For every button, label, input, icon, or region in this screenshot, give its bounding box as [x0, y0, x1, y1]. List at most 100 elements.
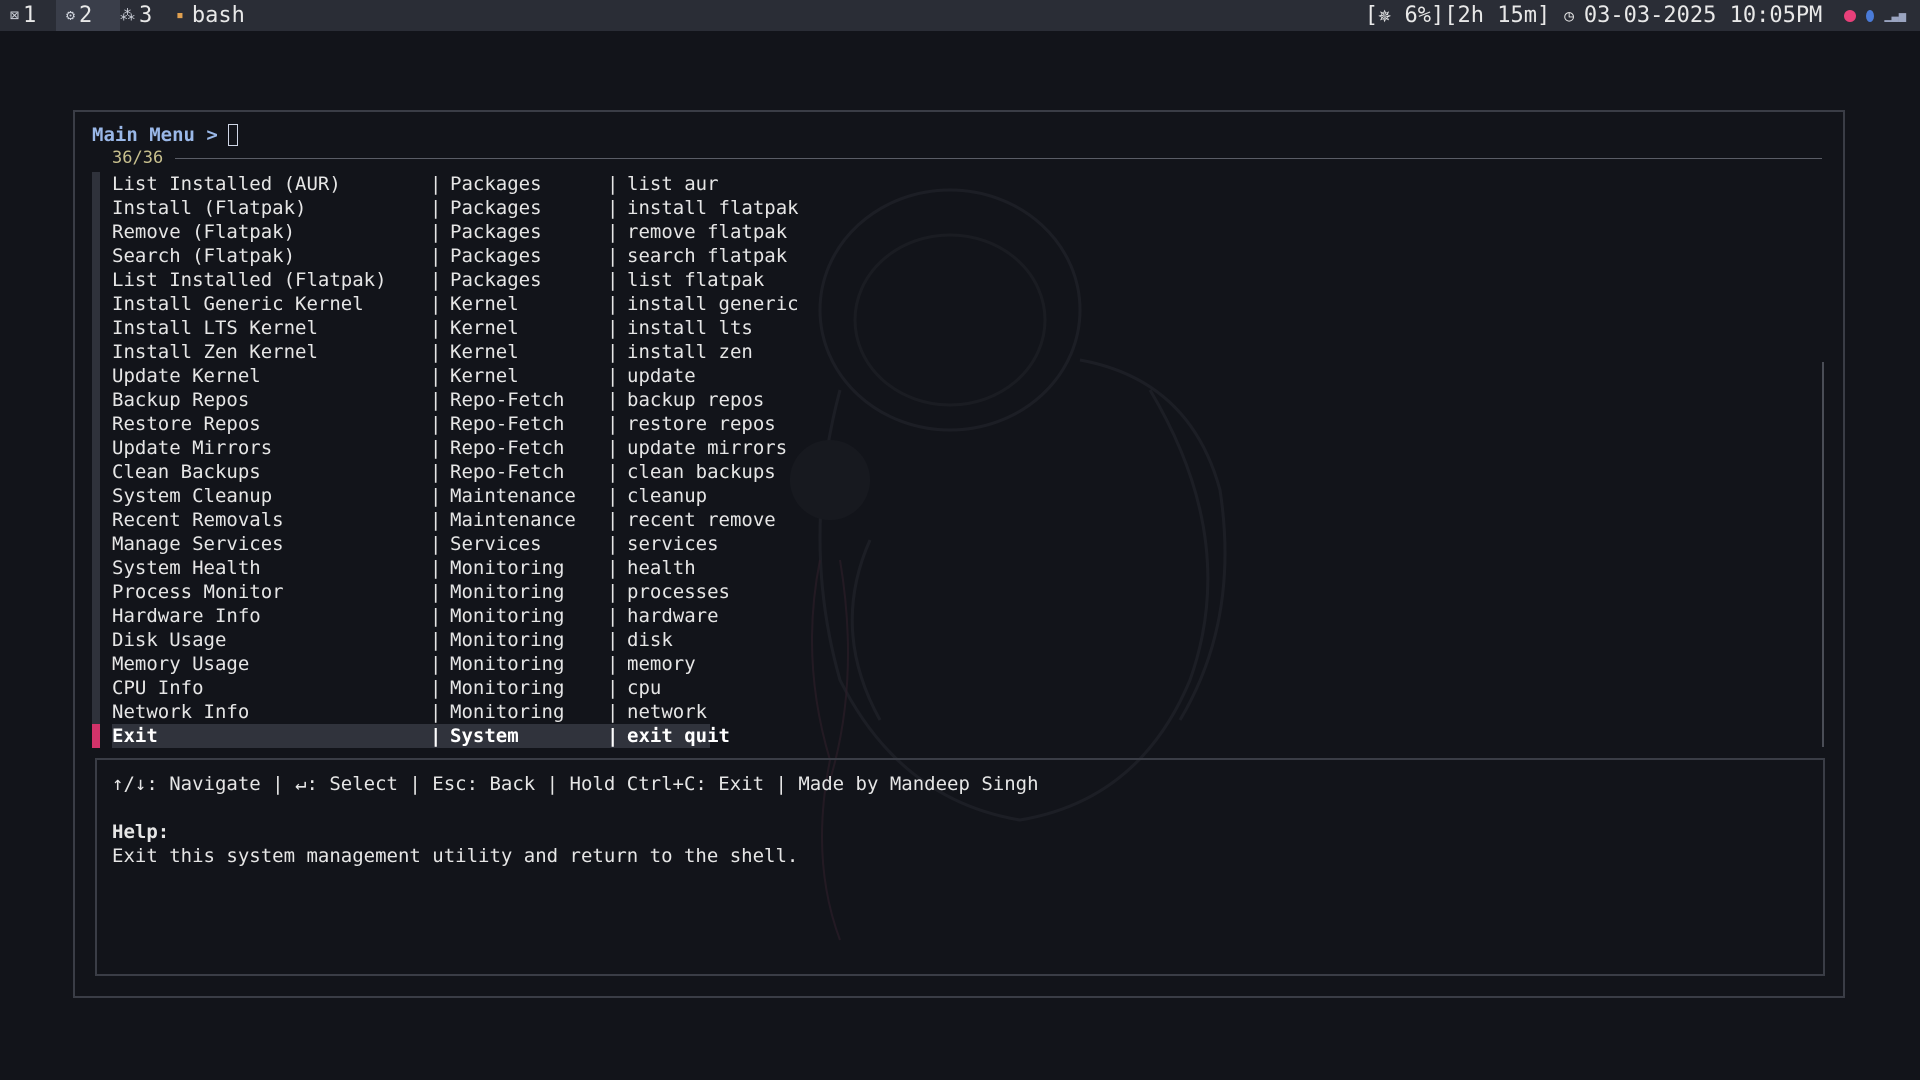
menu-item[interactable]: Manage Services | Services | services: [92, 532, 1812, 556]
menu-item[interactable]: Install LTS Kernel | Kernel | install lts: [92, 316, 1812, 340]
column-separator: |: [430, 581, 442, 603]
menu-item[interactable]: Memory Usage | Monitoring | memory: [92, 652, 1812, 676]
cpu-usage: [✵ 6%]: [1364, 3, 1445, 28]
menu-item[interactable]: Update Kernel | Kernel | update: [92, 364, 1812, 388]
item-name: Clean Backups: [112, 461, 261, 483]
menu-item-cells: Memory Usage | Monitoring | memory: [112, 652, 712, 676]
menu-prompt[interactable]: Main Menu >: [92, 124, 238, 146]
item-category: Kernel: [450, 341, 519, 363]
row-marker: [92, 604, 100, 628]
item-category: Monitoring: [450, 677, 565, 699]
firefox-icon[interactable]: [1844, 9, 1857, 22]
menu-item[interactable]: Process Monitor | Monitoring | processes: [92, 580, 1812, 604]
item-name: Update Mirrors: [112, 437, 273, 459]
column-separator: |: [607, 557, 619, 579]
column-separator: |: [430, 173, 442, 195]
column-separator: |: [607, 701, 619, 723]
menu-item[interactable]: System Health | Monitoring | health: [92, 556, 1812, 580]
menu-item-cells: Update Mirrors | Repo-Fetch | update mirrors: [112, 436, 787, 460]
menu-item[interactable]: Hardware Info | Monitoring | hardware: [92, 604, 1812, 628]
item-command: recent remove: [627, 509, 776, 531]
column-separator: |: [430, 509, 442, 531]
item-category: Kernel: [450, 293, 519, 315]
menu-item-cells: System Cleanup | Maintenance | cleanup: [112, 484, 712, 508]
item-name: Install Zen Kernel: [112, 341, 318, 363]
workspace-1-label: 1: [23, 3, 37, 28]
menu-item[interactable]: Restore Repos | Repo-Fetch | restore repos: [92, 412, 1812, 436]
menu-item[interactable]: Disk Usage | Monitoring | disk: [92, 628, 1812, 652]
menu-item[interactable]: Install (Flatpak) | Packages | install flatp…: [92, 196, 1812, 220]
menu-item-cells: Backup Repos | Repo-Fetch | backup repos: [112, 388, 764, 412]
item-category: Repo-Fetch: [450, 461, 565, 483]
item-name: List Installed (Flatpak): [112, 269, 387, 291]
bluetooth-icon[interactable]: [1866, 9, 1875, 22]
item-command: services: [627, 533, 719, 555]
menu-item[interactable]: Install Generic Kernel | Kernel | install ge…: [92, 292, 1812, 316]
column-separator: |: [607, 437, 619, 459]
menu-item[interactable]: Backup Repos | Repo-Fetch | backup repos: [92, 388, 1812, 412]
item-command: list aur: [627, 173, 719, 195]
item-category: Monitoring: [450, 701, 565, 723]
item-name: Exit: [112, 725, 158, 747]
column-separator: |: [430, 317, 442, 339]
divider: [175, 157, 1822, 159]
menu-item[interactable]: Remove (Flatpak) | Packages | remove flatpak: [92, 220, 1812, 244]
menu-item-selected[interactable]: Exit | System | exit quit: [92, 724, 1812, 748]
text-cursor: [227, 124, 238, 146]
menu-item-cells: List Installed (AUR) | Packages | list aur: [112, 172, 719, 196]
workspace-3-button[interactable]: ⁂ 3: [110, 0, 176, 31]
column-separator: |: [607, 317, 619, 339]
item-name: Hardware Info: [112, 605, 261, 627]
column-separator: |: [607, 509, 619, 531]
help-description: Exit this system management utility and …: [112, 845, 799, 867]
workspace-1-button[interactable]: ⊠ 1: [0, 0, 58, 31]
item-command: list flatpak: [627, 269, 765, 291]
item-category: Packages: [450, 245, 542, 267]
item-category: Services: [450, 533, 542, 555]
item-category: Packages: [450, 269, 542, 291]
menu-item-cells: Install Generic Kernel | Kernel | install ge…: [112, 292, 799, 316]
item-command: hardware: [627, 605, 719, 627]
item-category: Monitoring: [450, 653, 565, 675]
menu-item[interactable]: Install Zen Kernel | Kernel | install zen: [92, 340, 1812, 364]
nodes-icon: ⁂: [120, 6, 135, 24]
item-category: Monitoring: [450, 557, 565, 579]
menu-item-cells: Recent Removals | Maintenance | recent remov…: [112, 508, 776, 532]
scrollbar[interactable]: [1822, 362, 1824, 747]
menu-item[interactable]: CPU Info | Monitoring | cpu: [92, 676, 1812, 700]
item-command: processes: [627, 581, 730, 603]
terminal-icon: ⊠: [10, 6, 20, 24]
item-command: install flatpak: [627, 197, 799, 219]
menu-item[interactable]: Clean Backups | Repo-Fetch | clean backups: [92, 460, 1812, 484]
column-separator: |: [430, 197, 442, 219]
row-marker: [92, 196, 100, 220]
column-separator: |: [607, 365, 619, 387]
column-separator: |: [430, 437, 442, 459]
settings-icon: ⚙: [66, 6, 76, 24]
item-name: Search (Flatpak): [112, 245, 296, 267]
help-title: Help:: [112, 821, 170, 843]
menu-item[interactable]: List Installed (Flatpak) | Packages | list f…: [92, 268, 1812, 292]
column-separator: |: [430, 533, 442, 555]
menu-item[interactable]: Search (Flatpak) | Packages | search flatpak: [92, 244, 1812, 268]
row-marker: [92, 388, 100, 412]
top-status-bar: ⊠ 1 ⚙ 2 ⁂ 3 ▪ bash [✵ 6%] [2h 15m] ◷ 03-…: [0, 0, 1920, 31]
menu-item[interactable]: Recent Removals | Maintenance | recent remov…: [92, 508, 1812, 532]
item-name: Process Monitor: [112, 581, 284, 603]
item-name: Recent Removals: [112, 509, 284, 531]
item-name: Manage Services: [112, 533, 284, 555]
row-marker: [92, 484, 100, 508]
signal-icon[interactable]: ▁▃▅: [1884, 0, 1906, 31]
item-command: restore repos: [627, 413, 776, 435]
row-marker: [92, 508, 100, 532]
menu-item-cells: Install (Flatpak) | Packages | install flatp…: [112, 196, 799, 220]
menu-item[interactable]: Update Mirrors | Repo-Fetch | update mirrors: [92, 436, 1812, 460]
column-separator: |: [430, 677, 442, 699]
menu-item[interactable]: List Installed (AUR) | Packages | list aur: [92, 172, 1812, 196]
menu-item[interactable]: System Cleanup | Maintenance | cleanup: [92, 484, 1812, 508]
item-command: network: [627, 701, 708, 723]
menu-item-cells: Exit | System | exit quit: [112, 724, 730, 748]
menu-item[interactable]: Network Info | Monitoring | network: [92, 700, 1812, 724]
item-command: clean backups: [627, 461, 776, 483]
column-separator: |: [430, 557, 442, 579]
